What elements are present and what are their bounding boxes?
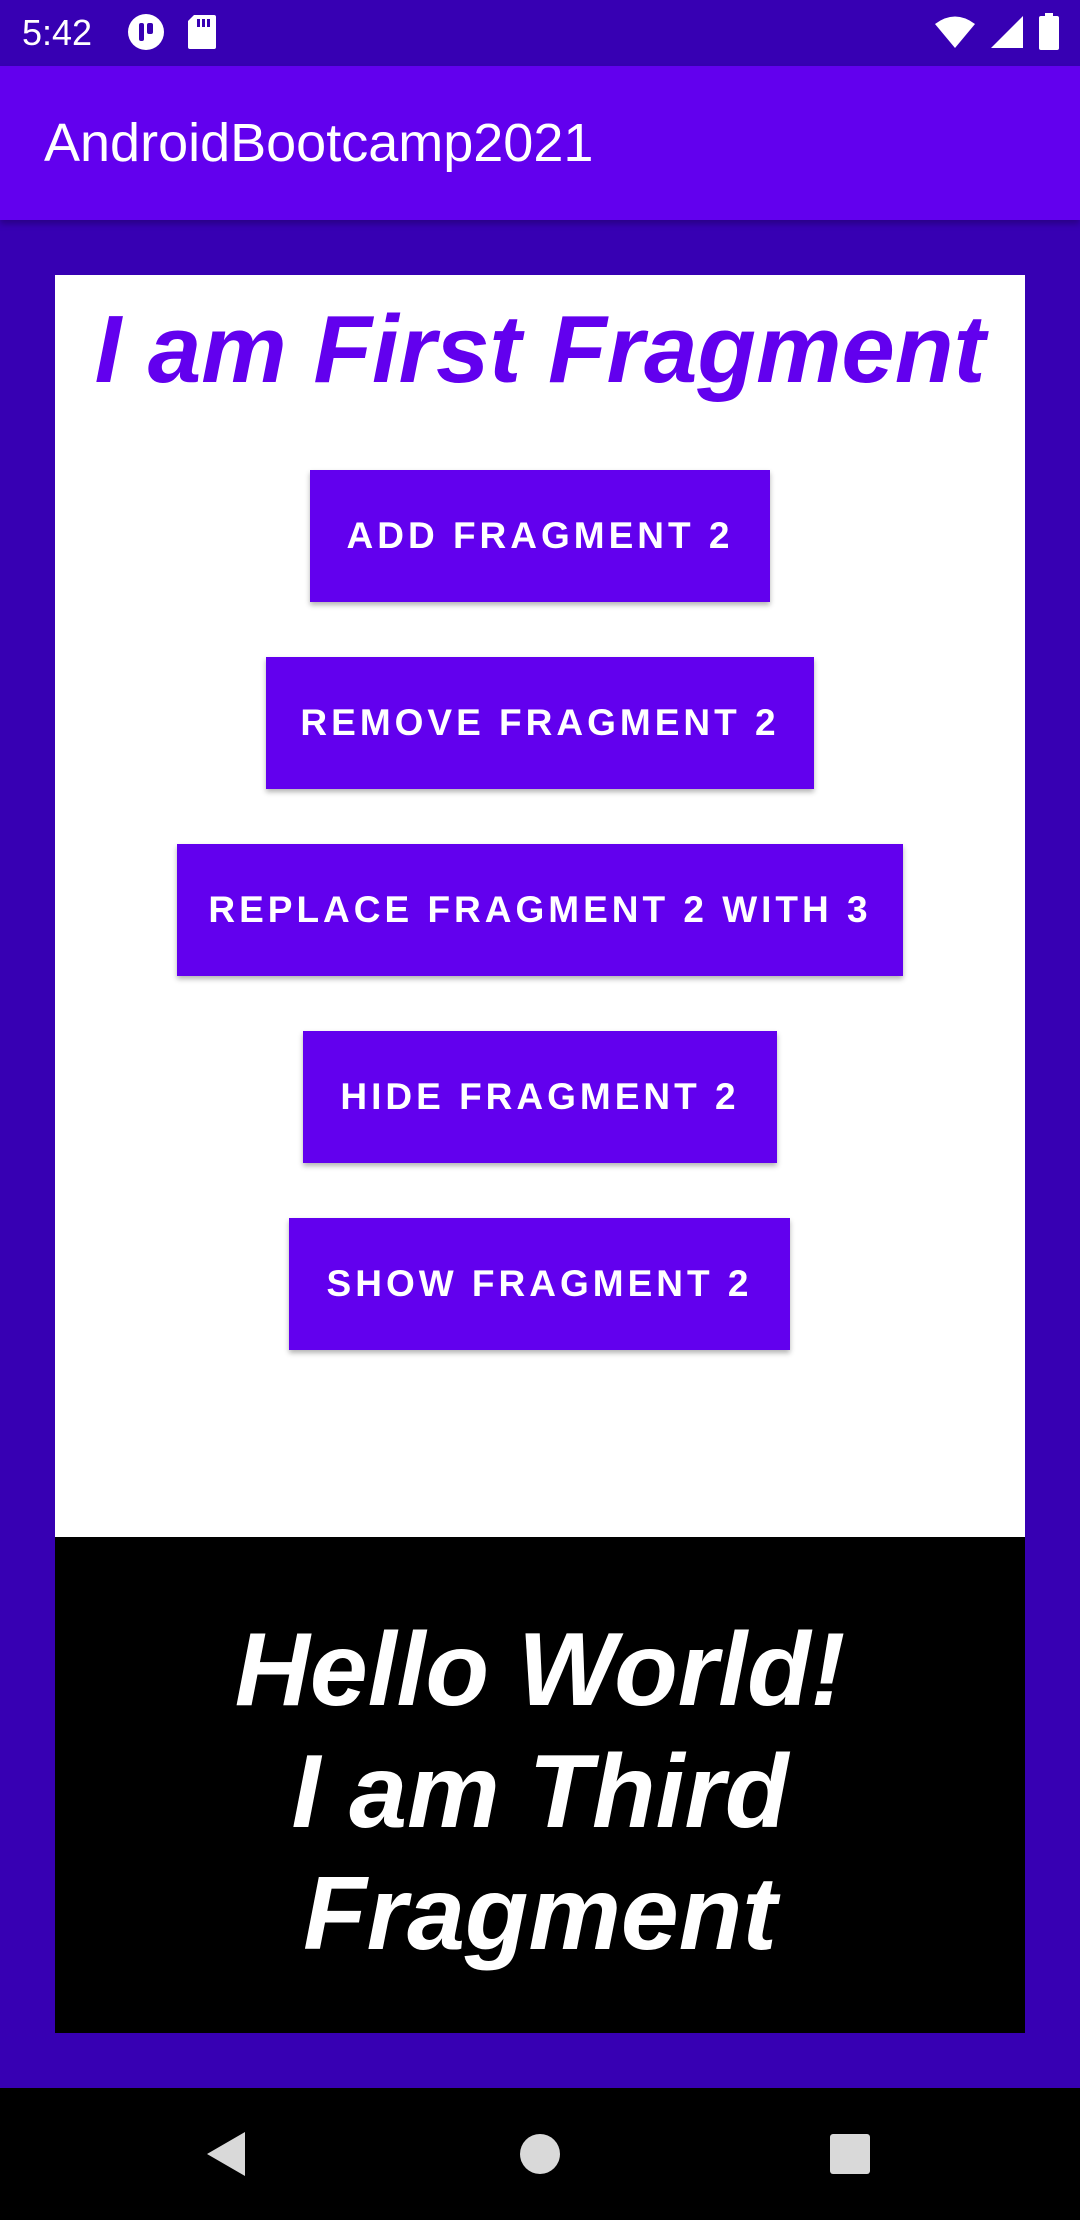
third-fragment-line-1: Hello World!	[234, 1612, 846, 1728]
status-bar: 5:42	[0, 0, 1080, 66]
add-fragment-2-button[interactable]: ADD FRAGMENT 2	[310, 470, 770, 602]
app-bar: AndroidBootcamp2021	[0, 66, 1080, 220]
navigation-bar	[0, 2088, 1080, 2220]
hide-fragment-2-button[interactable]: HIDE FRAGMENT 2	[303, 1031, 777, 1163]
show-fragment-2-button[interactable]: SHOW FRAGMENT 2	[289, 1218, 790, 1350]
battery-icon	[1038, 12, 1060, 56]
first-fragment-container: I am First Fragment ADD FRAGMENT 2 REMOV…	[55, 275, 1025, 1537]
third-fragment-line-3: Fragment	[303, 1856, 777, 1972]
status-left-icons	[126, 12, 218, 57]
status-time: 5:42	[22, 12, 93, 53]
third-fragment-text: Hello World! I am Third Fragment	[55, 1609, 1025, 1975]
cell-signal-icon	[990, 15, 1024, 54]
app-notification-icon	[126, 12, 166, 57]
app-title: AndroidBootcamp2021	[44, 113, 594, 173]
back-icon[interactable]	[190, 2118, 262, 2190]
first-fragment-heading: I am First Fragment	[94, 296, 986, 403]
sd-card-icon	[186, 13, 218, 56]
home-icon[interactable]	[504, 2118, 576, 2190]
third-fragment-container: Hello World! I am Third Fragment	[55, 1537, 1025, 2033]
replace-fragment-2-with-3-button[interactable]: REPLACE FRAGMENT 2 WITH 3	[177, 844, 903, 976]
recents-icon[interactable]	[814, 2118, 886, 2190]
status-right-icons	[934, 12, 1060, 56]
third-fragment-line-2: I am Third	[291, 1734, 789, 1850]
remove-fragment-2-button[interactable]: REMOVE FRAGMENT 2	[266, 657, 814, 789]
wifi-icon	[934, 15, 976, 54]
